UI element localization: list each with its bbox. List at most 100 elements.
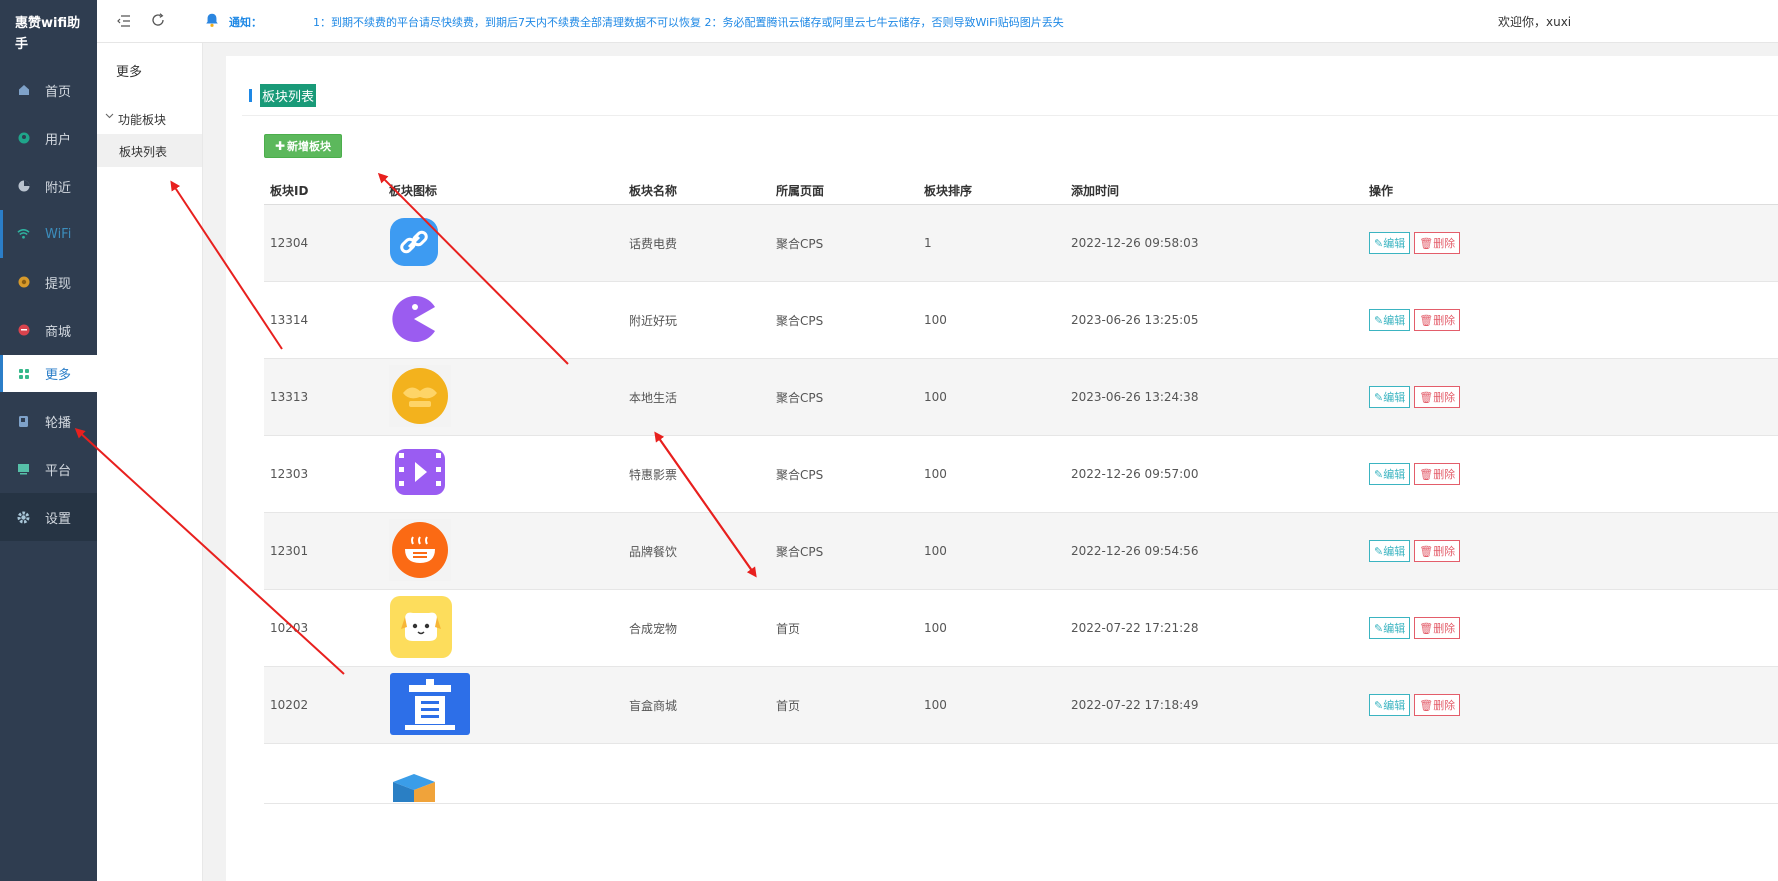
block-name: 话费电费	[629, 236, 678, 251]
sidebar-nav: 首页 用户 附近 WiFi 提现 商城 更多 轮播 平台 设置	[0, 66, 97, 541]
block-page: 聚合CPS	[776, 467, 824, 482]
table-row: 10203 合成宠物 首页 100 2022-07-22 17:21:28 ✎ 编…	[264, 590, 1778, 667]
carousel-icon	[17, 415, 30, 428]
col-header-name: 板块名称	[629, 183, 678, 198]
cube-icon	[389, 772, 439, 802]
main-sidebar: 惠赞wifi助 手 首页 用户 附近 WiFi 提现 商城 更多 轮播 平台 设…	[0, 0, 97, 881]
delete-button[interactable]: 🗑 删除	[1414, 694, 1461, 716]
edit-button[interactable]: ✎ 编辑	[1369, 386, 1411, 408]
col-header-op: 操作	[1369, 183, 1394, 198]
bell-icon	[204, 12, 220, 28]
welcome-user[interactable]: 欢迎你，xuxi	[1498, 13, 1571, 30]
platform-icon	[17, 463, 30, 476]
block-page: 聚合CPS	[776, 313, 824, 328]
block-id: 12303	[270, 467, 309, 481]
delete-button[interactable]: 🗑 删除	[1414, 386, 1461, 408]
edit-button[interactable]: ✎ 编辑	[1369, 463, 1411, 485]
col-header-id: 板块ID	[270, 183, 309, 198]
block-sort: 100	[924, 698, 947, 712]
trash-icon: 🗑	[1419, 467, 1434, 481]
table-row: 10202 盲盒商城 首页 100 2022-07-22 17:18:49 ✎ 编…	[264, 667, 1778, 744]
sidebar-item-withdraw[interactable]: 提现	[0, 258, 97, 306]
block-id: 13314	[270, 313, 309, 327]
col-header-sort: 板块排序	[924, 183, 973, 198]
trash-icon: 🗑	[1419, 313, 1434, 327]
pencil-icon: ✎	[1374, 698, 1384, 712]
notice-label: 通知：	[229, 16, 262, 29]
menu-collapse-icon[interactable]	[116, 13, 132, 29]
panel-header: 板块列表	[249, 83, 317, 107]
block-page: 聚合CPS	[776, 236, 824, 251]
add-block-button[interactable]: ✚ 新增板块	[264, 134, 342, 158]
submenu-item-block-list[interactable]: 板块列表	[97, 134, 202, 167]
pet-icon	[389, 595, 453, 659]
block-id: 13313	[270, 390, 309, 404]
table-header: 板块ID 板块图标 板块名称 所属页面 板块排序 添加时间 操作	[264, 176, 1778, 205]
page-title: 板块列表	[260, 83, 317, 107]
block-sort: 100	[924, 313, 947, 327]
block-time: 2022-07-22 17:21:28	[1071, 621, 1199, 635]
sidebar-item-more[interactable]: 更多	[0, 355, 97, 392]
video-icon	[389, 445, 451, 501]
block-name: 盲盒商城	[629, 698, 678, 713]
table-row: 13314 附近好玩 聚合CPS 100 2023-06-26 13:25:05…	[264, 282, 1778, 359]
pencil-icon: ✎	[1374, 621, 1384, 635]
block-page: 聚合CPS	[776, 390, 824, 405]
block-name: 合成宠物	[629, 621, 678, 636]
sidebar-item-carousel[interactable]: 轮播	[0, 397, 97, 445]
block-sort: 1	[924, 236, 932, 250]
block-sort: 100	[924, 390, 947, 404]
block-page: 首页	[776, 621, 801, 636]
sidebar-item-user[interactable]: 用户	[0, 114, 97, 162]
submenu-title: 更多	[116, 65, 143, 80]
block-time: 2023-06-26 13:24:38	[1071, 390, 1199, 404]
block-id: 10203	[270, 621, 309, 635]
table-row: 12303 特惠影票 聚合CPS 100 2022-12-26 09:57:00…	[264, 436, 1778, 513]
submenu-group-feature-blocks[interactable]: 功能板块	[97, 97, 202, 132]
wifi-icon	[17, 228, 30, 241]
sidebar-item-platform[interactable]: 平台	[0, 445, 97, 493]
delete-button[interactable]: 🗑 删除	[1414, 463, 1461, 485]
refresh-icon[interactable]	[150, 12, 166, 28]
table-row: 13313 本地生活 聚合CPS 100 2023-06-26 13:24:38…	[264, 359, 1778, 436]
edit-button[interactable]: ✎ 编辑	[1369, 232, 1411, 254]
pencil-icon: ✎	[1374, 467, 1384, 481]
delete-button[interactable]: 🗑 删除	[1414, 232, 1461, 254]
user-icon	[17, 132, 30, 145]
block-id: 12304	[270, 236, 309, 250]
bowl-icon	[389, 518, 451, 581]
block-name: 品牌餐饮	[629, 544, 678, 559]
edit-button[interactable]: ✎ 编辑	[1369, 694, 1411, 716]
edit-button[interactable]: ✎ 编辑	[1369, 309, 1411, 331]
sidebar-item-home[interactable]: 首页	[0, 66, 97, 114]
block-sort: 100	[924, 621, 947, 635]
notice-marquee: 1：到期不续费的平台请尽快续费，到期后7天内不续费全部清理数据不可以恢复 2：务…	[313, 16, 1064, 29]
title-accent-bar	[249, 88, 252, 102]
top-header: 通知： 1：到期不续费的平台请尽快续费，到期后7天内不续费全部清理数据不可以恢复…	[97, 0, 1778, 43]
content-panel: 板块列表 ✚ 新增板块 板块ID 板块图标 板块名称 所属页面 板块排序 添加时…	[226, 56, 1778, 881]
edit-button[interactable]: ✎ 编辑	[1369, 617, 1411, 639]
grid-icon	[17, 367, 30, 380]
pencil-icon: ✎	[1374, 390, 1384, 404]
pencil-icon: ✎	[1374, 313, 1384, 327]
nearby-icon	[17, 180, 30, 193]
shop-icon	[17, 324, 30, 337]
delete-button[interactable]: 🗑 删除	[1414, 617, 1461, 639]
sidebar-item-shop[interactable]: 商城	[0, 306, 97, 354]
pencil-icon: ✎	[1374, 544, 1384, 558]
trash-icon: 🗑	[1419, 236, 1434, 250]
delete-button[interactable]: 🗑 删除	[1414, 309, 1461, 331]
sidebar-item-nearby[interactable]: 附近	[0, 162, 97, 210]
local-life-icon	[389, 364, 451, 427]
block-page: 首页	[776, 698, 801, 713]
plus-icon: ✚	[274, 139, 286, 153]
sidebar-item-wifi[interactable]: WiFi	[0, 210, 97, 258]
col-header-icon: 板块图标	[389, 183, 438, 198]
chevron-down-icon	[105, 111, 114, 123]
brand-title: 惠赞wifi助 手	[15, 16, 81, 52]
edit-button[interactable]: ✎ 编辑	[1369, 540, 1411, 562]
sidebar-item-settings[interactable]: 设置	[0, 493, 97, 541]
block-id: 12301	[270, 544, 309, 558]
delete-button[interactable]: 🗑 删除	[1414, 540, 1461, 562]
block-name: 特惠影票	[629, 467, 678, 482]
